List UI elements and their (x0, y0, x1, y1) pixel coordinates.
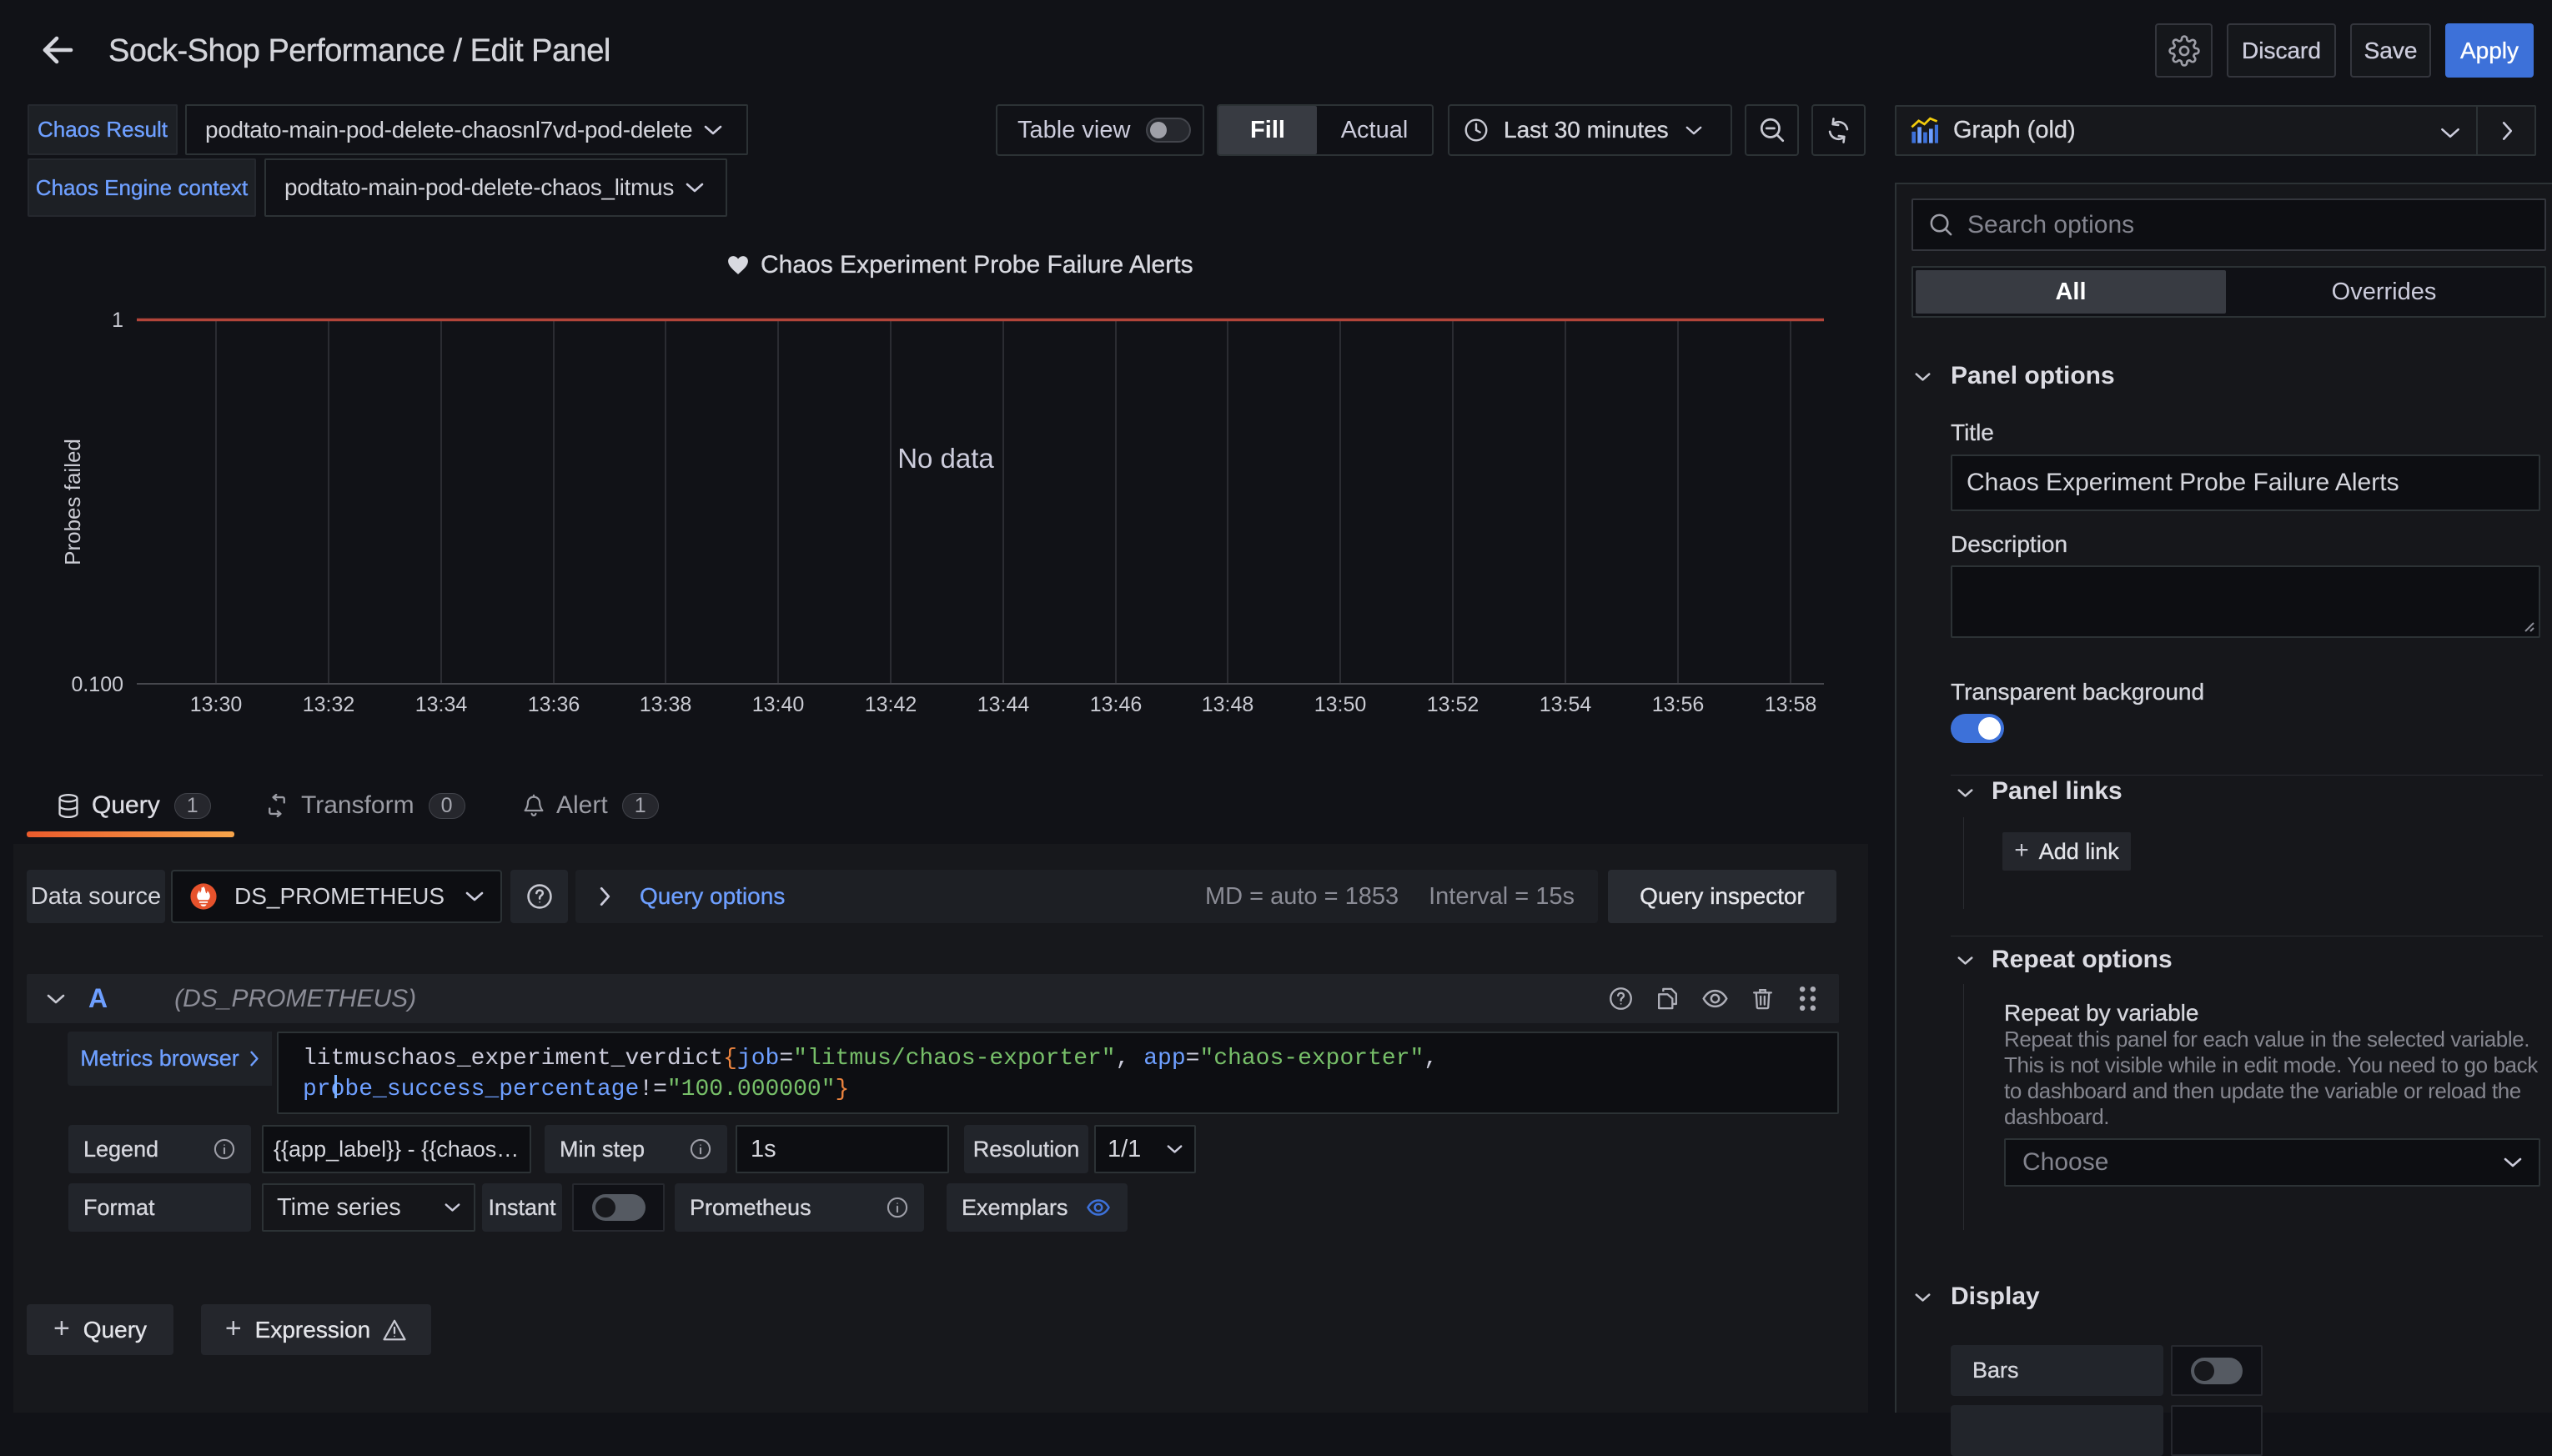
svg-text:13:52: 13:52 (1427, 693, 1479, 716)
svg-text:13:50: 13:50 (1314, 693, 1367, 716)
svg-text:Probes failed: Probes failed (60, 439, 85, 565)
svg-text:13:40: 13:40 (752, 693, 805, 716)
svg-text:13:54: 13:54 (1540, 693, 1592, 716)
svg-text:13:34: 13:34 (415, 693, 468, 716)
svg-text:13:30: 13:30 (190, 693, 243, 716)
svg-text:13:58: 13:58 (1765, 693, 1817, 716)
svg-text:13:38: 13:38 (640, 693, 692, 716)
svg-text:13:42: 13:42 (865, 693, 917, 716)
svg-text:13:44: 13:44 (977, 693, 1030, 716)
svg-text:13:32: 13:32 (303, 693, 355, 716)
svg-text:No data: No data (897, 443, 994, 474)
svg-text:13:46: 13:46 (1090, 693, 1143, 716)
svg-text:13:56: 13:56 (1652, 693, 1705, 716)
svg-text:1: 1 (112, 309, 123, 332)
svg-text:13:48: 13:48 (1202, 693, 1254, 716)
svg-text:13:36: 13:36 (528, 693, 580, 716)
svg-text:0.100: 0.100 (71, 673, 123, 696)
